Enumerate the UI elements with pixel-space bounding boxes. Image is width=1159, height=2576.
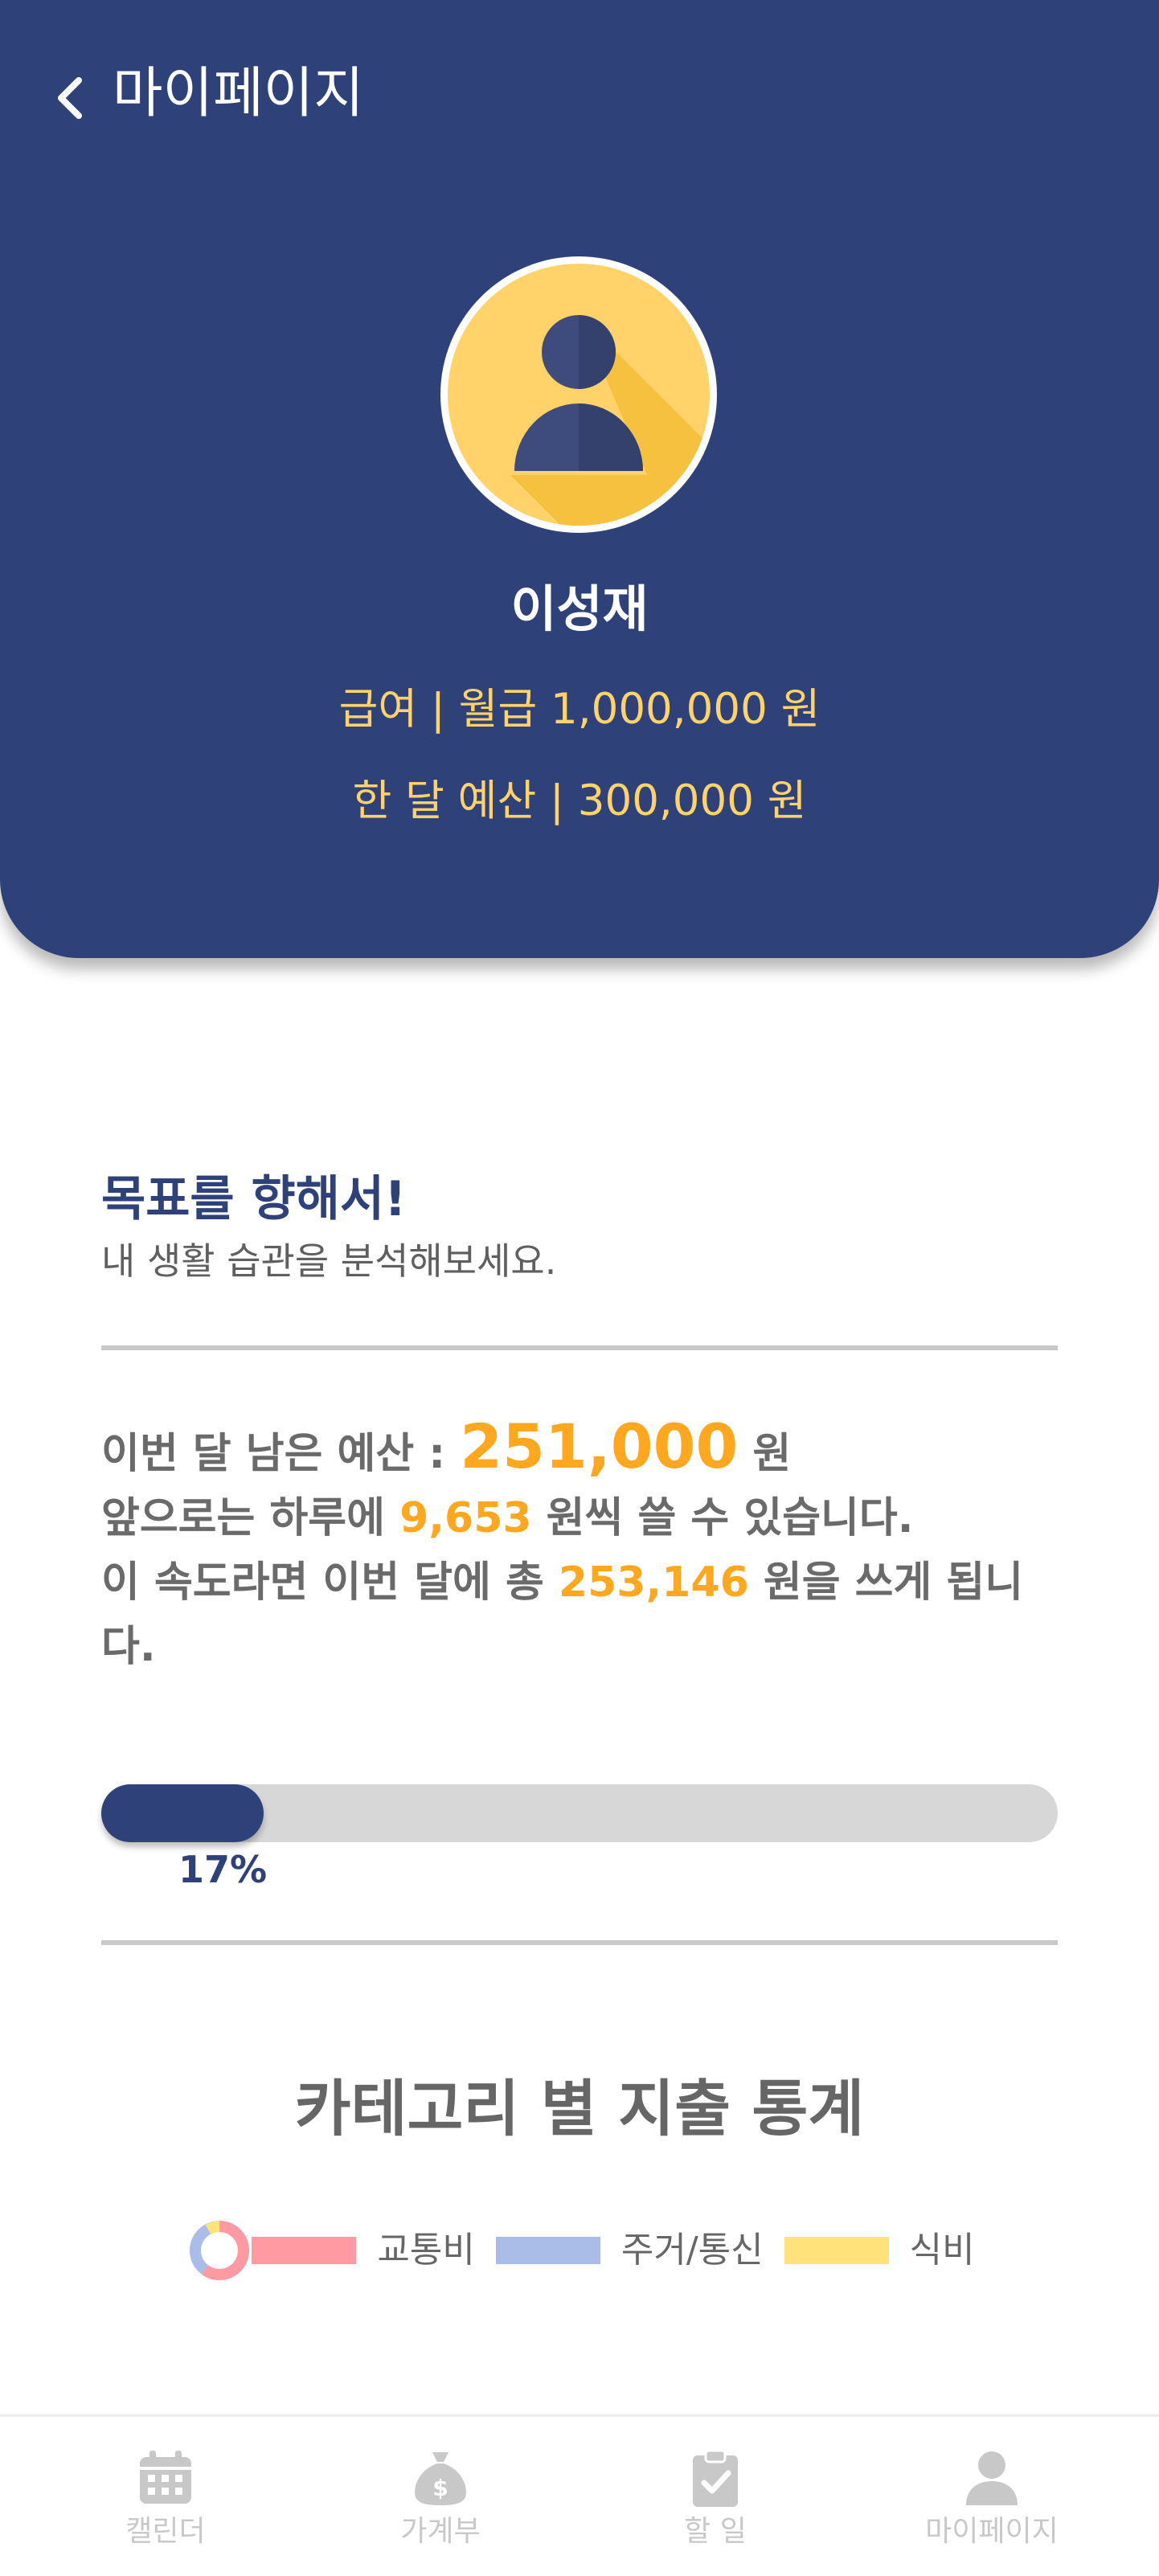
projected-spend-suffix-end: 다. bbox=[101, 1623, 156, 1671]
tab-ledger-label: 가계부 bbox=[400, 2515, 481, 2548]
budget-progress-fill bbox=[101, 1784, 264, 1842]
divider bbox=[101, 1345, 1058, 1350]
divider bbox=[101, 1940, 1058, 1945]
donut-chart-icon bbox=[190, 2221, 250, 2280]
back-button[interactable] bbox=[51, 72, 87, 124]
svg-text:$: $ bbox=[432, 2475, 448, 2501]
profile-header: 마이페이지 이성재 급여 | 월급 1,000,000 원 한 달 예산 | 3… bbox=[0, 0, 1159, 958]
legend-swatch-transport bbox=[252, 2237, 357, 2264]
legend-item-food: 식비 bbox=[784, 2226, 975, 2275]
currency-label: 원 bbox=[738, 1430, 792, 1478]
chevron-left-icon bbox=[58, 77, 82, 119]
salary-info: 급여 | 월급 1,000,000 원 bbox=[338, 685, 821, 734]
projected-spend-label: 이 속도라면 이번 달에 총 bbox=[101, 1558, 559, 1607]
legend-label-transport: 교통비 bbox=[377, 2230, 475, 2271]
tab-calendar-label: 캘린더 bbox=[125, 2515, 206, 2548]
user-name: 이성재 bbox=[510, 579, 649, 638]
legend-label-food: 식비 bbox=[909, 2230, 975, 2271]
goal-title: 목표를 향해서! bbox=[101, 1171, 407, 1227]
projected-spend-amount: 253,146 bbox=[558, 1558, 749, 1607]
projected-spend-row-continued: 다. bbox=[101, 1615, 1066, 1679]
money-bag-icon: $ bbox=[415, 2452, 466, 2505]
clipboard-check-icon bbox=[693, 2449, 738, 2507]
budget-progress-bar bbox=[101, 1784, 1058, 1842]
projected-spend-row: 이 속도라면 이번 달에 총 253,146 원을 쓰게 됩니 bbox=[101, 1550, 1066, 1615]
projected-spend-suffix: 원을 쓰게 됩니 bbox=[748, 1558, 1024, 1607]
category-legend: 교통비 주거/통신 식비 bbox=[0, 2218, 1159, 2283]
page-title: 마이페이지 bbox=[113, 62, 364, 125]
user-avatar-icon bbox=[440, 256, 717, 533]
person-icon bbox=[966, 2451, 1018, 2505]
monthly-budget-info: 한 달 예산 | 300,000 원 bbox=[352, 776, 807, 825]
tab-calendar[interactable]: 캘린더 bbox=[45, 2417, 286, 2576]
category-stats-title: 카테고리 별 지출 통계 bbox=[294, 2073, 865, 2144]
tab-mypage-label: 마이페이지 bbox=[925, 2515, 1059, 2548]
tab-ledger[interactable]: $ 가계부 bbox=[320, 2417, 561, 2576]
legend-swatch-food bbox=[784, 2237, 889, 2264]
daily-allowance-suffix: 원씩 쓸 수 있습니다. bbox=[531, 1494, 914, 1542]
goal-subtitle: 내 생활 습관을 분석해보세요. bbox=[101, 1239, 557, 1283]
remaining-budget-label: 이번 달 남은 예산 : bbox=[101, 1430, 461, 1478]
avatar[interactable] bbox=[438, 254, 719, 535]
remaining-budget-amount: 251,000 bbox=[460, 1411, 739, 1482]
budget-stats: 이번 달 남은 예산 : 251,000 원 앞으로는 하루에 9,653 원씩… bbox=[101, 1415, 1066, 1679]
legend-item-transport: 교통비 bbox=[252, 2226, 475, 2275]
daily-allowance-label: 앞으로는 하루에 bbox=[101, 1494, 400, 1542]
budget-progress-label: 17% bbox=[178, 1848, 268, 1891]
tab-todo[interactable]: 할 일 bbox=[595, 2417, 836, 2576]
tab-mypage[interactable]: 마이페이지 bbox=[871, 2417, 1112, 2576]
legend-swatch-housing bbox=[495, 2237, 600, 2264]
remaining-budget-row: 이번 달 남은 예산 : 251,000 원 bbox=[101, 1415, 1066, 1486]
bottom-tab-bar: 캘린더 $ 가계부 할 일 마이페이지 bbox=[0, 2414, 1159, 2576]
tab-todo-label: 할 일 bbox=[684, 2515, 747, 2548]
daily-allowance-amount: 9,653 bbox=[399, 1494, 532, 1542]
daily-allowance-row: 앞으로는 하루에 9,653 원씩 쓸 수 있습니다. bbox=[101, 1486, 1066, 1550]
calendar-icon bbox=[140, 2451, 191, 2504]
legend-label-housing: 주거/통신 bbox=[620, 2230, 764, 2271]
legend-item-housing: 주거/통신 bbox=[495, 2226, 764, 2275]
